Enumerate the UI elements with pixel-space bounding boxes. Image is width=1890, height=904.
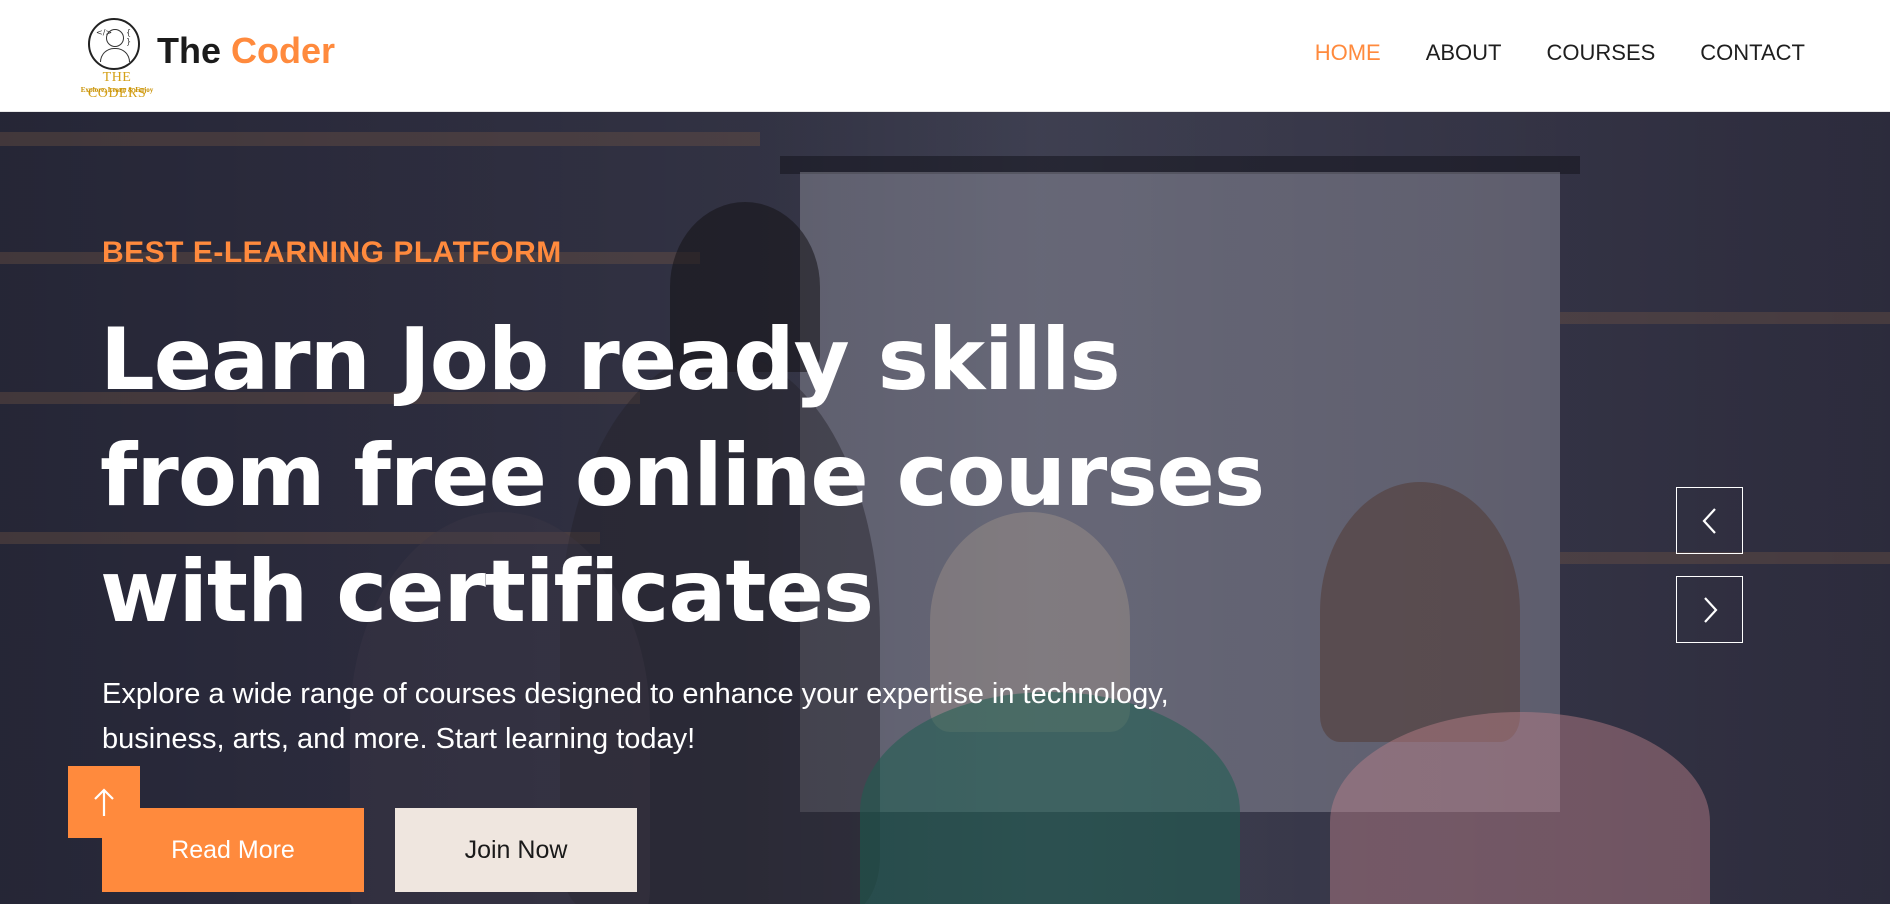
hero-carousel: BEST E-LEARNING PLATFORM Learn Job ready… [0, 112, 1890, 904]
nav-item-about[interactable]: ABOUT [1426, 40, 1502, 66]
carousel-next-button[interactable] [1676, 576, 1743, 643]
read-more-button[interactable]: Read More [102, 808, 364, 892]
main-nav: HOME ABOUT COURSES CONTACT [1270, 40, 1805, 66]
brand-name-accent: Coder [231, 30, 336, 71]
hero-description-line: Explore a wide range of courses designed… [102, 678, 1169, 710]
nav-item-contact[interactable]: CONTACT [1700, 40, 1805, 66]
join-now-button[interactable]: Join Now [395, 808, 637, 892]
logo-tagline: Explore, Learn & Enjoy [80, 86, 154, 94]
navbar: </> { } THE CODERS Explore, Learn & Enjo… [0, 0, 1890, 112]
nav-item-home[interactable]: HOME [1315, 40, 1381, 66]
hero-headline-line: from free online courses [100, 426, 1265, 526]
chevron-left-icon [1702, 507, 1716, 534]
brand-name[interactable]: The Coder [157, 30, 335, 72]
chevron-right-icon [1703, 596, 1717, 623]
hero-headline-line: with certificates [100, 542, 874, 642]
carousel-prev-button[interactable] [1676, 487, 1743, 554]
hero-description: Explore a wide range of courses designed… [102, 672, 1262, 762]
brand-name-prefix: The [157, 30, 222, 71]
hero-headline: Learn Job ready skills from free online … [100, 302, 1280, 650]
hero-headline-line: Learn Job ready skills [100, 310, 1121, 410]
arrow-up-icon [94, 788, 114, 816]
logo[interactable]: </> { } THE CODERS Explore, Learn & Enjo… [70, 16, 160, 101]
hero-eyebrow: BEST E-LEARNING PLATFORM [102, 236, 562, 269]
scroll-to-top-button[interactable] [68, 766, 140, 838]
hero-description-line: business, arts, and more. Start learning… [102, 723, 696, 755]
nav-item-courses[interactable]: COURSES [1547, 40, 1656, 66]
logo-emblem: </> { } [88, 18, 140, 70]
